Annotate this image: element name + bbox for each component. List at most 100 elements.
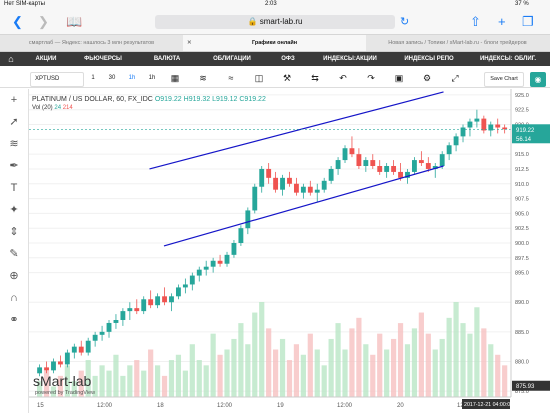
candle-body	[481, 118, 487, 131]
url-text: smart-lab.ru	[259, 17, 303, 26]
nav-item-futures[interactable]: ФЬЮЧЕРСЫ	[72, 52, 134, 66]
nav-item-ofz[interactable]: ОФЗ	[270, 52, 306, 66]
volume-bar	[404, 344, 411, 397]
candle-body	[252, 186, 258, 211]
volume-bar	[411, 328, 418, 397]
compare-icon[interactable]: ≈	[224, 72, 238, 85]
share-icon[interactable]: ⇧	[470, 14, 481, 30]
tab-new-post[interactable]: Новая запись / Топики / sMart-lab.ru - б…	[366, 35, 549, 51]
address-bar[interactable]: 🔒 smart-lab.ru	[155, 15, 395, 29]
browser-toolbar: ❮ ❯ 📖 🔒 smart-lab.ru ↻ ⇧ + ❐	[0, 10, 550, 35]
symbol-title: PLATINUM / US DOLLAR, 60, FX_IDC	[32, 96, 153, 103]
camera-icon[interactable]: ◉	[530, 72, 546, 87]
y-tick-label: 912.5	[515, 167, 529, 173]
volume-bar	[252, 312, 258, 397]
candle-body	[425, 163, 431, 169]
pattern-icon[interactable]: ✦	[7, 203, 21, 217]
candle-body	[349, 148, 355, 155]
brush-icon[interactable]: ✒	[7, 159, 21, 173]
close-icon[interactable]: ✕	[187, 35, 192, 51]
home-icon[interactable]: ⌂	[2, 52, 20, 66]
ruler-icon[interactable]: ✎	[7, 247, 21, 261]
trend-line-icon[interactable]: ➚	[7, 115, 21, 129]
volume-bar	[307, 333, 313, 397]
candle-body	[280, 177, 285, 190]
magnet-icon[interactable]: ∩	[7, 291, 21, 305]
volume-bar	[196, 360, 202, 397]
volume-bar	[168, 360, 175, 397]
volume-bar	[210, 333, 216, 397]
replay-icon[interactable]: ⇆	[308, 72, 322, 85]
volume-bar	[363, 344, 369, 397]
zoom-in-icon[interactable]: ⊕	[7, 269, 21, 283]
forward-icon[interactable]: ❯	[38, 14, 49, 30]
undo-icon[interactable]: ↶	[336, 72, 350, 85]
crosshair-icon[interactable]: +	[7, 93, 21, 107]
y-tick-label: 922.5	[515, 108, 529, 114]
volume-bar	[391, 338, 397, 397]
nav-item-stocks[interactable]: АКЦИИ	[24, 52, 68, 66]
new-tab-icon[interactable]: +	[498, 14, 506, 30]
x-tick-label: 15	[37, 403, 44, 409]
nav-item-index-repo[interactable]: ИНДЕКСЫ РЕПО	[394, 52, 464, 66]
bar-style-icon[interactable]: ▦	[168, 72, 182, 85]
candle-body	[321, 180, 327, 190]
volume-bar	[175, 354, 182, 397]
last-price-tag: 919.22	[516, 128, 535, 134]
nav-item-index-stocks[interactable]: ИНДЕКСЫ:АКЦИИ	[310, 52, 390, 66]
candle-body	[106, 322, 112, 332]
alert-icon[interactable]: ⚒	[280, 72, 294, 85]
settings-icon[interactable]: ⚙	[420, 72, 434, 85]
site-nav: ⌂ АКЦИИ ФЬЮЧЕРСЫ ВАЛЮТА ОБЛИГАЦИИ ОФЗ ИН…	[0, 52, 550, 66]
reload-icon[interactable]: ↻	[400, 14, 409, 30]
volume-value-b: 214	[62, 105, 73, 111]
volume-bar	[99, 365, 105, 397]
fib-icon[interactable]: ≋	[7, 137, 21, 151]
volume-bar	[474, 307, 480, 397]
tab-charts[interactable]: ✕ Графики онлайн	[183, 35, 366, 51]
nav-item-bonds[interactable]: ОБЛИГАЦИИ	[200, 52, 264, 66]
volume-bar	[279, 338, 286, 397]
symbol-input[interactable]: XPTUSD	[30, 72, 84, 87]
y-tick-label: 910.0	[515, 182, 529, 188]
volume-bar	[377, 333, 383, 397]
text-icon[interactable]: T	[7, 181, 21, 195]
candle-body	[162, 296, 167, 303]
y-tick-label: 880.0	[515, 359, 529, 365]
nav-item-currency[interactable]: ВАЛЮТА	[140, 52, 194, 66]
candle-body	[120, 311, 126, 320]
redo-icon[interactable]: ↷	[364, 72, 378, 85]
volume-bar	[259, 302, 265, 397]
cursor-price-tag: 875.93	[516, 384, 535, 390]
measure-icon[interactable]: ⇕	[7, 225, 21, 239]
price-chart[interactable]: 875.0880.0885.0890.0895.0897.5900.0902.5…	[29, 89, 550, 413]
interval-30[interactable]: 30	[104, 72, 120, 85]
interval-1[interactable]: 1	[86, 72, 100, 85]
tab-search[interactable]: смартлаб — Яндекс: нашлось 3 млн результ…	[0, 35, 183, 51]
close-value: 919.22	[244, 96, 266, 103]
template-icon[interactable]: ◫	[252, 72, 266, 85]
volume-label: Vol (20)	[32, 105, 53, 111]
volume-bar	[488, 344, 494, 397]
volume-tag: 56.14	[516, 137, 532, 143]
candle-body	[182, 284, 188, 288]
volume-bar	[203, 365, 209, 397]
nav-item-index-bonds[interactable]: ИНДЕКСЫ: ОБЛИГ.	[468, 52, 548, 66]
bookmarks-icon[interactable]: 📖	[66, 14, 82, 30]
chart-legend: PLATINUM / US DOLLAR, 60, FX_IDC O919.22…	[32, 96, 266, 111]
candle-body	[196, 269, 202, 276]
fullscreen-icon[interactable]: ⤢	[448, 72, 462, 85]
screenshot-icon[interactable]: ▣	[392, 72, 406, 85]
x-tick-label: 19	[277, 403, 284, 409]
candle-body	[370, 160, 376, 166]
save-chart-button[interactable]: Save Chart	[484, 72, 524, 87]
interval-1h[interactable]: 1h	[144, 72, 160, 85]
back-icon[interactable]: ❮	[12, 14, 23, 30]
tabs-overview-icon[interactable]: ❐	[522, 14, 534, 30]
interval-1h-active[interactable]: 1h	[124, 72, 140, 85]
lock-drawings-icon[interactable]: ⚭	[7, 313, 21, 327]
indicator-icon[interactable]: ≋	[196, 72, 210, 85]
y-tick-label: 895.0	[515, 271, 529, 277]
volume-bar	[418, 312, 424, 397]
channel-lower-line	[163, 165, 444, 247]
